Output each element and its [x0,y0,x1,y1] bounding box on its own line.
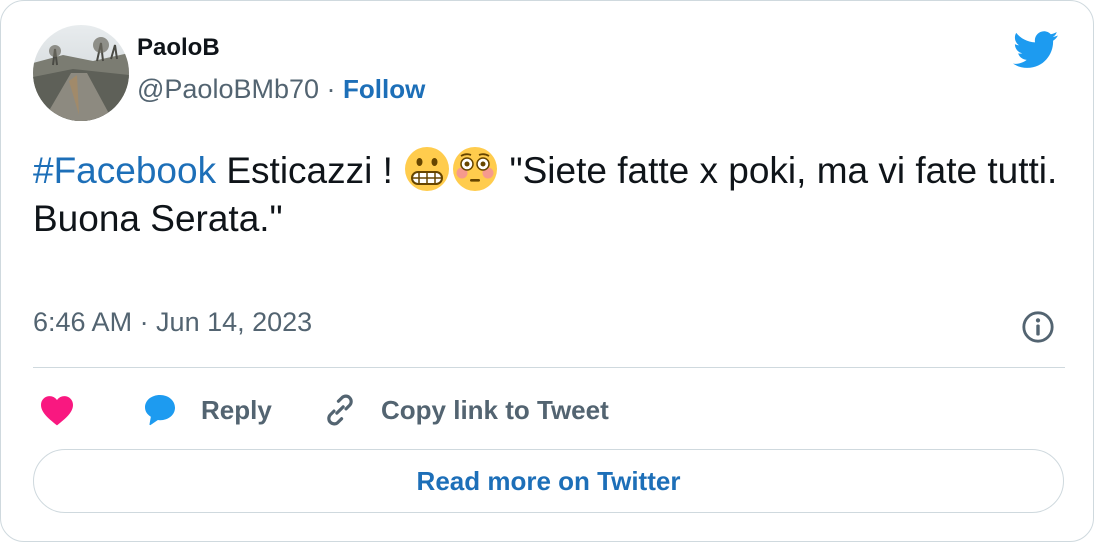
copy-link-button[interactable]: Copy link to Tweet [321,387,609,433]
reply-button[interactable]: Reply [141,387,272,433]
separator-dot: · [326,74,336,104]
copy-link-label: Copy link to Tweet [381,394,609,425]
like-button[interactable] [39,387,75,433]
follow-button[interactable]: Follow [343,74,425,104]
reply-label: Reply [201,394,272,425]
action-bar: Reply Copy link to Tweet [33,387,1065,433]
hashtag-link[interactable]: #Facebook [33,150,216,191]
tweet-text: #Facebook Esticazzi ! "Siete fatte x pok… [33,145,1073,243]
author-handle[interactable]: @PaoloBMb70 [137,74,319,104]
tweet-timestamp[interactable]: 6:46 AM · Jun 14, 2023 [33,307,312,338]
tweet-card: PaoloB @PaoloBMb70 · Follow #Facebook Es… [0,0,1094,542]
heart-icon [41,396,73,426]
tweet-text-part2: "Siete fatte x poki, ma vi fate tutti. [509,150,1058,191]
grimacing-face-emoji [405,147,450,191]
info-icon[interactable] [1021,310,1055,344]
read-more-button[interactable]: Read more on Twitter [33,449,1064,513]
flushed-face-emoji [453,147,498,191]
divider [33,367,1065,368]
avatar-image [33,25,129,121]
tweet-text-part1: Esticazzi ! [226,150,393,191]
author-handle-row: @PaoloBMb70 · Follow [137,74,425,105]
avatar[interactable] [33,25,129,121]
tweet-text-line2: Buona Serata." [33,198,283,239]
link-icon [327,394,353,426]
speech-bubble-icon [145,395,175,426]
author-name[interactable]: PaoloB [137,34,220,62]
twitter-bird-icon[interactable] [1013,31,1059,69]
